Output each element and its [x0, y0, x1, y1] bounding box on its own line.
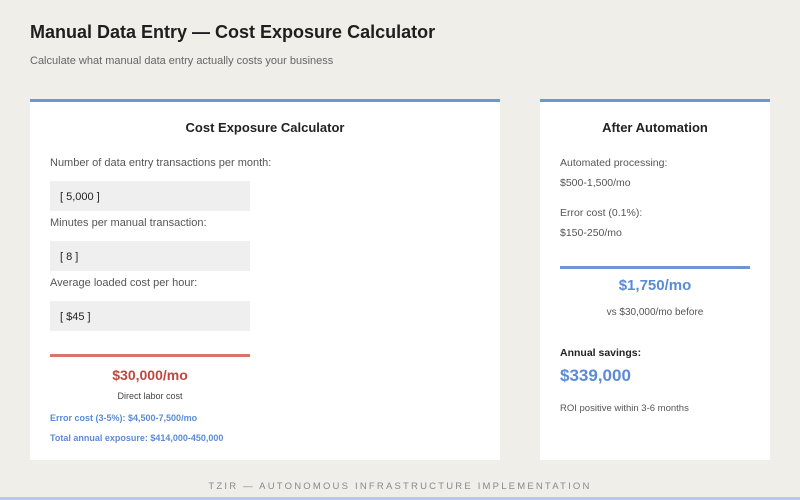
processing-label: Automated processing: [560, 157, 668, 169]
roi-note: ROI positive within 3-6 months [560, 403, 689, 414]
page: Manual Data Entry — Cost Exposure Calcul… [0, 0, 800, 500]
hourly-cost-label: Average loaded cost per hour: [50, 277, 198, 289]
minutes-label: Minutes per manual transaction: [50, 217, 207, 229]
page-subtitle: Calculate what manual data entry actuall… [30, 55, 334, 67]
processing-value: $500-1,500/mo [560, 177, 631, 189]
transactions-input[interactable]: [ 5,000 ] [50, 181, 250, 211]
direct-labor-amount: $30,000/mo [112, 367, 188, 383]
automation-total: $1,750/mo [618, 277, 692, 294]
calculator-title: Cost Exposure Calculator [185, 120, 345, 135]
hourly-cost-input[interactable]: [ $45 ] [50, 301, 250, 331]
error-cost-line: Error cost (3-5%): $4,500-7,500/mo [50, 413, 198, 423]
minutes-input[interactable]: [ 8 ] [50, 241, 250, 271]
transactions-label: Number of data entry transactions per mo… [50, 157, 272, 169]
result-divider [50, 354, 250, 357]
savings-value: $339,000 [560, 366, 631, 385]
total-exposure-line: Total annual exposure: $414,000-450,000 [50, 433, 224, 443]
calculator-card: Cost Exposure Calculator Number of data … [30, 99, 500, 460]
automation-card: After Automation Automated processing: $… [540, 99, 770, 460]
footer-text: TZIR — AUTONOMOUS INFRASTRUCTURE IMPLEME… [208, 481, 592, 492]
automation-error-label: Error cost (0.1%): [560, 207, 643, 219]
automation-divider [560, 266, 750, 269]
direct-labor-caption: Direct labor cost [117, 391, 183, 401]
automation-title: After Automation [602, 120, 708, 135]
page-title: Manual Data Entry — Cost Exposure Calcul… [30, 22, 436, 42]
savings-label: Annual savings: [560, 347, 642, 359]
automation-error-value: $150-250/mo [560, 227, 622, 239]
automation-comparison: vs $30,000/mo before [606, 307, 704, 318]
